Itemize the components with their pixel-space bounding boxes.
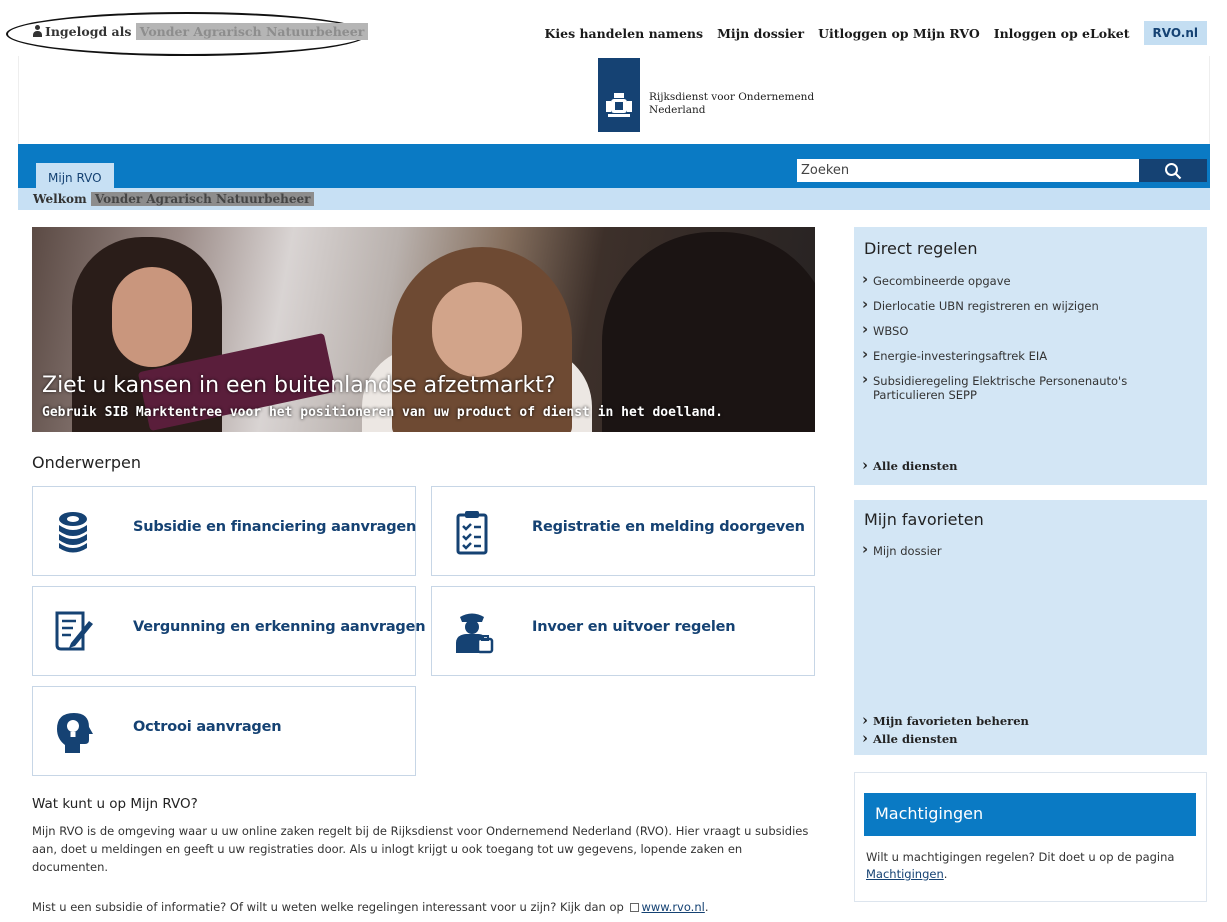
rvo-nl-link[interactable]: www.rvo.nl (642, 900, 705, 914)
direct-regelen-title: Direct regelen (864, 239, 978, 258)
link-dierlocatie-ubn[interactable]: Dierlocatie UBN registreren en wijzigen (862, 297, 1152, 313)
search-icon (1165, 162, 1182, 179)
logged-in-as: Ingelogd als Vonder Agrarisch Natuurbehe… (34, 23, 369, 40)
onderwerpen-title: Onderwerpen (32, 453, 141, 472)
wat-p2-text: Mist u een subsidie of informatie? Of wi… (32, 900, 624, 914)
login-prefix: Ingelogd als (45, 24, 132, 39)
tile-label: Octrooi aanvragen (133, 719, 282, 735)
clipboard-checklist-icon (456, 511, 488, 555)
link-gecombineerde-opgave[interactable]: Gecombineerde opgave (862, 272, 1152, 288)
tile-label: Invoer en uitvoer regelen (532, 619, 736, 635)
direct-regelen-panel: Direct regelen Gecombineerde opgave Dier… (854, 227, 1207, 485)
tile-vergunning[interactable]: Vergunning en erkenning aanvragen (32, 586, 426, 676)
machtigingen-desc: Wilt u machtigingen regelen? Dit doet u … (866, 850, 1175, 864)
link-alle-diensten[interactable]: Alle diensten (862, 456, 958, 474)
favorieten-list: Mijn dossier (862, 542, 942, 565)
tab-mijn-rvo[interactable]: Mijn RVO (36, 163, 114, 188)
wat-kunt-u-title: Wat kunt u op Mijn RVO? (32, 796, 198, 812)
wat-kunt-u-text-2: Mist u een subsidie of informatie? Of wi… (32, 898, 708, 916)
welcome-name: Vonder Agrarisch Natuurbeheer (90, 192, 315, 206)
link-inloggen-eloket[interactable]: Inloggen op eLoket (994, 26, 1130, 41)
wat-p2-end: . (704, 900, 709, 914)
link-uitloggen[interactable]: Uitloggen op Mijn RVO (818, 26, 980, 41)
link-mijn-dossier[interactable]: Mijn dossier (717, 26, 804, 41)
document-pen-icon (55, 611, 93, 651)
link-kies-handelen-namens[interactable]: Kies handelen namens (545, 26, 704, 41)
tile-octrooi[interactable]: Octrooi aanvragen (32, 686, 416, 776)
coins-icon (59, 512, 87, 553)
search-button[interactable] (1139, 159, 1207, 182)
login-name: Vonder Agrarisch Natuurbeheer (135, 23, 369, 40)
external-link-icon (629, 903, 639, 912)
logo-text: Rijksdienst voor Ondernemend Nederland (649, 91, 814, 117)
top-links: Kies handelen namens Mijn dossier Uitlog… (531, 20, 1207, 46)
tile-label: Vergunning en erkenning aanvragen (133, 619, 426, 635)
welcome-prefix: Welkom (33, 192, 87, 206)
machtigingen-end: . (943, 867, 948, 881)
link-favorieten-beheren[interactable]: Mijn favorieten beheren (862, 711, 1029, 729)
link-wbso[interactable]: WBSO (862, 322, 1152, 338)
link-fav-alle-diensten[interactable]: Alle diensten (862, 729, 958, 747)
tile-subsidie[interactable]: Subsidie en financiering aanvragen (32, 486, 416, 576)
machtigingen-link[interactable]: Machtigingen (866, 867, 944, 881)
tile-label: Subsidie en financiering aanvragen (133, 519, 417, 535)
tile-invoer-uitvoer[interactable]: Invoer en uitvoer regelen (431, 586, 815, 676)
link-fav-mijn-dossier[interactable]: Mijn dossier (862, 542, 942, 558)
direct-regelen-list: Gecombineerde opgave Dierlocatie UBN reg… (862, 272, 1152, 409)
crest-icon (606, 93, 632, 117)
logo-line-1: Rijksdienst voor Ondernemend (649, 91, 815, 103)
tile-label: Registratie en melding doorgeven (532, 519, 805, 535)
hero-subtitle: Gebruik SIB Marktentree voor het positio… (42, 405, 723, 420)
head-lightbulb-icon (57, 713, 93, 753)
machtigingen-text: Wilt u machtigingen regelen? Dit doet u … (866, 849, 1196, 883)
customs-officer-icon (456, 613, 494, 654)
machtigingen-title: Machtigingen (864, 793, 1196, 836)
link-sepp[interactable]: Subsidieregeling Elektrische Personenaut… (862, 372, 1152, 402)
top-bar: Ingelogd als Vonder Agrarisch Natuurbehe… (0, 0, 1227, 56)
hero-banner[interactable]: Ziet u kansen in een buitenlandse afzetm… (32, 227, 815, 432)
favorieten-title: Mijn favorieten (864, 510, 984, 529)
tile-registratie[interactable]: Registratie en melding doorgeven (431, 486, 815, 576)
rvo-nl-button[interactable]: RVO.nl (1143, 21, 1207, 45)
link-eia[interactable]: Energie-investeringsaftrek EIA (862, 347, 1152, 363)
favorieten-panel: Mijn favorieten Mijn dossier Mijn favori… (854, 500, 1207, 755)
search-input[interactable] (797, 159, 1139, 182)
welcome-text: Welkom Vonder Agrarisch Natuurbeheer (33, 192, 315, 206)
hero-title: Ziet u kansen in een buitenlandse afzetm… (42, 373, 556, 398)
wat-kunt-u-text: Mijn RVO is de omgeving waar u uw online… (32, 824, 809, 874)
logo-line-2: Nederland (649, 104, 706, 116)
